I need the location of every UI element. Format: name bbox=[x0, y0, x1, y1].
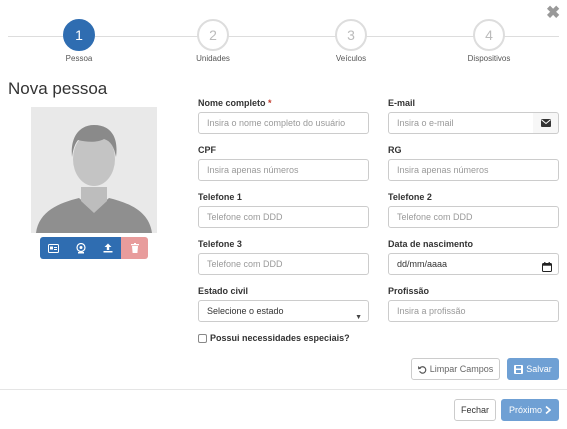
clear-fields-button[interactable]: Limpar Campos bbox=[411, 358, 500, 380]
calendar-icon[interactable] bbox=[542, 259, 552, 274]
full-name-input[interactable]: Insira o nome completo do usuário bbox=[198, 112, 369, 134]
step-number: 2 bbox=[197, 19, 229, 51]
chevron-down-icon: ▼ bbox=[355, 314, 362, 321]
civil-status-label: Estado civil bbox=[198, 286, 249, 296]
step-number: 4 bbox=[473, 19, 505, 51]
cpf-label: CPF bbox=[198, 145, 216, 155]
webcam-button[interactable] bbox=[67, 237, 94, 259]
clear-fields-label: Limpar Campos bbox=[429, 364, 494, 374]
step-label: Veículos bbox=[335, 54, 367, 63]
step-number: 3 bbox=[335, 19, 367, 51]
webcam-icon bbox=[75, 242, 86, 253]
step-dispositivos[interactable]: 4 Dispositivos bbox=[449, 17, 529, 63]
special-needs-row[interactable]: Possui necessidades especiais? bbox=[198, 333, 350, 343]
next-label: Próximo bbox=[508, 405, 542, 415]
phone1-input[interactable]: Telefone com DDD bbox=[198, 206, 369, 228]
id-card-icon bbox=[48, 243, 59, 253]
person-silhouette-icon bbox=[31, 107, 157, 233]
chevron-right-icon bbox=[545, 406, 551, 414]
civil-status-select[interactable]: Selecione o estado ▼ bbox=[198, 300, 369, 322]
phone2-label: Telefone 2 bbox=[388, 192, 432, 202]
undo-icon bbox=[417, 365, 427, 374]
rg-input[interactable]: Insira apenas números bbox=[388, 159, 559, 181]
phone3-input[interactable]: Telefone com DDD bbox=[198, 253, 369, 275]
upload-button[interactable] bbox=[94, 237, 121, 259]
step-label: Unidades bbox=[196, 54, 230, 63]
birth-date-input[interactable]: dd/mm/aaaa bbox=[388, 253, 559, 275]
upload-icon bbox=[103, 243, 112, 253]
trash-icon bbox=[130, 243, 139, 253]
id-card-button[interactable] bbox=[40, 237, 67, 259]
cpf-input[interactable]: Insira apenas números bbox=[198, 159, 369, 181]
save-label: Salvar bbox=[526, 364, 552, 374]
required-mark: * bbox=[268, 98, 272, 108]
step-pessoa[interactable]: 1 Pessoa bbox=[39, 17, 119, 63]
page-title: Nova pessoa bbox=[8, 79, 108, 98]
close-button[interactable]: Fechar bbox=[454, 399, 496, 421]
delete-photo-button[interactable] bbox=[121, 237, 148, 259]
email-input[interactable]: Insira o e-mail bbox=[388, 112, 534, 134]
step-unidades[interactable]: 2 Unidades bbox=[173, 17, 253, 63]
rg-label: RG bbox=[388, 145, 402, 155]
next-button[interactable]: Próximo bbox=[501, 399, 559, 421]
phone2-input[interactable]: Telefone com DDD bbox=[388, 206, 559, 228]
step-label: Dispositivos bbox=[467, 54, 511, 63]
floppy-disk-icon bbox=[514, 364, 524, 374]
email-addon bbox=[533, 112, 559, 134]
special-needs-checkbox[interactable] bbox=[198, 333, 207, 343]
full-name-label-text: Nome completo bbox=[198, 98, 266, 108]
wizard-stepper: 1 Pessoa 2 Unidades 3 Veículos 4 Disposi… bbox=[0, 17, 567, 67]
avatar-actions bbox=[40, 237, 148, 259]
birth-date-label: Data de nascimento bbox=[388, 239, 474, 249]
birth-date-value: dd/mm/aaaa bbox=[397, 259, 448, 269]
special-needs-label: Possui necessidades especiais? bbox=[210, 333, 350, 343]
step-number: 1 bbox=[63, 19, 95, 51]
phone3-label: Telefone 3 bbox=[198, 239, 242, 249]
profession-input[interactable]: Insira a profissão bbox=[388, 300, 559, 322]
full-name-label: Nome completo * bbox=[198, 98, 272, 108]
email-label: E-mail bbox=[388, 98, 416, 108]
civil-status-value: Selecione o estado bbox=[207, 306, 284, 316]
avatar bbox=[31, 107, 157, 233]
save-button[interactable]: Salvar bbox=[507, 358, 559, 380]
phone1-label: Telefone 1 bbox=[198, 192, 242, 202]
step-label: Pessoa bbox=[65, 54, 93, 63]
step-veiculos[interactable]: 3 Veículos bbox=[311, 17, 391, 63]
profession-label: Profissão bbox=[388, 286, 430, 296]
footer-divider bbox=[0, 389, 567, 390]
envelope-icon bbox=[540, 119, 551, 127]
